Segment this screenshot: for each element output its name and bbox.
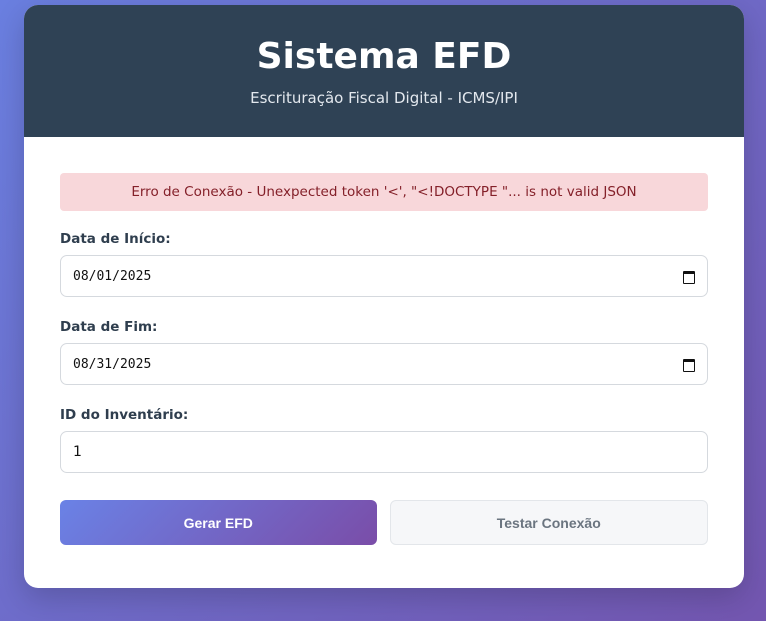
inventory-id-input[interactable]: 1: [60, 431, 708, 473]
card-header: Sistema EFD Escrituração Fiscal Digital …: [24, 5, 744, 137]
app-title: Sistema EFD: [256, 36, 512, 77]
test-connection-button[interactable]: Testar Conexão: [389, 500, 708, 545]
inventory-id-label: ID do Inventário:: [60, 407, 189, 423]
generate-efd-button[interactable]: Gerar EFD: [60, 500, 377, 545]
calendar-icon[interactable]: [683, 358, 695, 372]
inventory-id-field: ID do Inventário: 1: [60, 407, 708, 473]
card-body: Erro de Conexão - Unexpected token '<', …: [24, 137, 744, 545]
start-date-label: Data de Início:: [60, 231, 171, 247]
end-date-value: 08/31/2025: [73, 356, 152, 372]
app-subtitle: Escrituração Fiscal Digital - ICMS/IPI: [250, 89, 518, 107]
end-date-input[interactable]: 08/31/2025: [60, 343, 708, 385]
calendar-icon[interactable]: [683, 270, 695, 284]
error-alert: Erro de Conexão - Unexpected token '<', …: [60, 173, 708, 211]
form-actions: Gerar EFD Testar Conexão: [60, 500, 708, 545]
efd-card: Sistema EFD Escrituração Fiscal Digital …: [24, 5, 744, 588]
end-date-field: Data de Fim: 08/31/2025: [60, 319, 708, 385]
start-date-field: Data de Início: 08/01/2025: [60, 231, 708, 297]
start-date-value: 08/01/2025: [73, 268, 152, 284]
start-date-input[interactable]: 08/01/2025: [60, 255, 708, 297]
inventory-id-value: 1: [73, 444, 82, 460]
end-date-label: Data de Fim:: [60, 319, 158, 335]
